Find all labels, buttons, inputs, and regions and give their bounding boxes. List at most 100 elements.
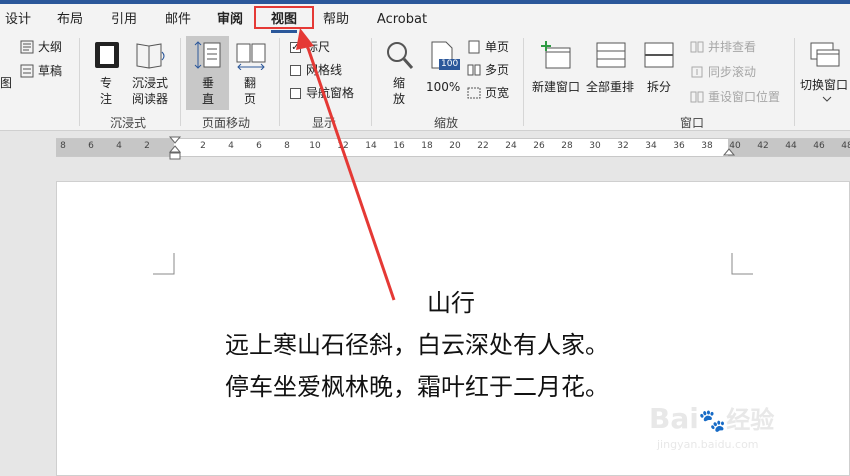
poem-line-1: 远上寒山石径斜，白云深处有人家。 bbox=[225, 331, 609, 359]
one-page-icon bbox=[468, 40, 480, 54]
ruler-number: 4 bbox=[228, 141, 234, 151]
group-label-page-move: 页面移动 bbox=[202, 116, 251, 130]
margin-corner-mark-right bbox=[731, 253, 753, 275]
flip-page-button[interactable]: 翻 页 bbox=[232, 40, 270, 112]
side-by-side-icon bbox=[690, 41, 704, 53]
ruler-number: 2 bbox=[200, 141, 206, 151]
ruler-number: 2 bbox=[144, 141, 150, 151]
ruler-number: 22 bbox=[477, 141, 489, 151]
zoom-100-label: 100% bbox=[426, 80, 461, 94]
ruler-number: 46 bbox=[813, 141, 825, 151]
gridlines-label: 网格线 bbox=[306, 63, 343, 77]
poem-title: 山行 bbox=[427, 289, 475, 317]
annotation-highlight-box bbox=[254, 6, 314, 29]
split-icon bbox=[644, 42, 674, 68]
tab-layout[interactable]: 布局 bbox=[52, 8, 88, 32]
ruler-number: 6 bbox=[88, 141, 94, 151]
ruler-checkbox[interactable]: ✓ bbox=[290, 42, 301, 53]
ruler-number: 10 bbox=[309, 141, 321, 151]
right-indent-marker-icon[interactable] bbox=[723, 139, 735, 157]
tab-acrobat[interactable]: Acrobat bbox=[372, 8, 432, 32]
tab-design[interactable]: 设计 bbox=[0, 8, 36, 32]
side-by-side-button[interactable]: 并排查看 bbox=[690, 40, 770, 56]
arrange-all-icon bbox=[596, 42, 626, 68]
zoom-100-badge: 100 bbox=[439, 59, 461, 70]
immersive-reader-label-2: 阅读器 bbox=[132, 92, 169, 106]
draft-button[interactable]: 草稿 bbox=[20, 64, 70, 80]
separator bbox=[180, 38, 181, 126]
reset-position-icon bbox=[690, 91, 704, 103]
vertical-scroll-icon bbox=[194, 41, 221, 69]
tab-references[interactable]: 引用 bbox=[106, 8, 142, 32]
ruler-number: 4 bbox=[116, 141, 122, 151]
ribbon-view: 视图 大纲 草稿 专 注 沉浸式 阅读器 沉浸式 垂 直 翻 页 页面移动 ✓ … bbox=[0, 34, 850, 131]
views-partial-label[interactable]: 视图 bbox=[0, 76, 12, 90]
ruler-checkbox-row[interactable]: ✓ 标尺 bbox=[290, 40, 360, 56]
outline-button[interactable]: 大纲 bbox=[20, 40, 70, 56]
separator bbox=[279, 38, 280, 126]
one-page-button[interactable]: 单页 bbox=[467, 40, 515, 56]
immersive-reader-button[interactable]: 沉浸式 阅读器 bbox=[130, 40, 172, 112]
separator bbox=[371, 38, 372, 126]
ruler-number: 14 bbox=[365, 141, 377, 151]
group-label-immersive: 沉浸式 bbox=[110, 116, 147, 130]
group-label-window: 窗口 bbox=[680, 116, 705, 130]
focus-button[interactable]: 专 注 bbox=[90, 40, 124, 112]
outline-icon bbox=[20, 40, 34, 54]
ruler-number: 18 bbox=[421, 141, 433, 151]
separator bbox=[523, 38, 524, 126]
vertical-label-1: 垂 bbox=[202, 76, 215, 90]
group-label-zoom: 缩放 bbox=[434, 116, 459, 130]
multi-page-icon bbox=[467, 64, 481, 76]
draft-label: 草稿 bbox=[38, 64, 63, 78]
indent-marker-icon[interactable] bbox=[168, 136, 182, 176]
separator bbox=[794, 38, 795, 126]
ruler-number: 44 bbox=[785, 141, 797, 151]
vertical-button[interactable]: 垂 直 bbox=[188, 40, 228, 112]
margin-corner-mark-left bbox=[153, 253, 175, 275]
nav-pane-checkbox-row[interactable]: 导航窗格 bbox=[290, 86, 366, 102]
ruler-number: 20 bbox=[449, 141, 461, 151]
focus-icon bbox=[95, 42, 119, 68]
split-button[interactable]: 拆分 bbox=[642, 40, 676, 100]
ruler-number: 38 bbox=[701, 141, 713, 151]
nav-pane-checkbox[interactable] bbox=[290, 88, 301, 99]
sync-scroll-label: 同步滚动 bbox=[708, 65, 757, 79]
side-by-side-label: 并排查看 bbox=[708, 40, 757, 54]
flip-page-icon bbox=[236, 43, 266, 70]
nav-pane-label: 导航窗格 bbox=[306, 86, 355, 100]
new-window-button[interactable]: 新建窗口 bbox=[532, 40, 582, 100]
sync-scroll-button[interactable]: 同步滚动 bbox=[690, 65, 770, 81]
split-label: 拆分 bbox=[647, 80, 672, 94]
immersive-reader-icon bbox=[136, 43, 165, 69]
tab-mailings[interactable]: 邮件 bbox=[158, 8, 198, 32]
tab-review[interactable]: 审阅 bbox=[210, 8, 250, 32]
page-width-button[interactable]: 页宽 bbox=[467, 86, 515, 102]
poem-line-2: 停车坐爱枫林晚，霜叶红于二月花。 bbox=[225, 373, 609, 401]
arrange-all-button[interactable]: 全部重排 bbox=[586, 40, 636, 100]
ruler-number: 26 bbox=[533, 141, 545, 151]
ruler-number: 12 bbox=[337, 141, 349, 151]
gridlines-checkbox-row[interactable]: 网格线 bbox=[290, 63, 360, 79]
ruler-number: 42 bbox=[757, 141, 769, 151]
switch-window-button[interactable]: 切换窗口 bbox=[800, 40, 850, 112]
zoom-100-button[interactable]: 100 100% bbox=[424, 40, 462, 100]
document-page[interactable]: 山行 远上寒山石径斜，白云深处有人家。 停车坐爱枫林晚，霜叶红于二月花。 Bai… bbox=[56, 181, 850, 476]
zoom-button[interactable]: 缩 放 bbox=[382, 40, 416, 112]
watermark-brand-text: Bai bbox=[649, 402, 699, 435]
horizontal-ruler[interactable]: 8 6 4 2 2 4 6 8 10 12 14 16 18 20 22 24 26 28 30 32 34 36 38 40… bbox=[56, 136, 850, 160]
focus-label-2: 注 bbox=[100, 92, 113, 106]
ruler-number: 28 bbox=[561, 141, 573, 151]
reset-position-button[interactable]: 重设窗口位置 bbox=[690, 90, 790, 106]
watermark-paw-icon: 🐾 bbox=[698, 409, 727, 434]
ruler-label: 标尺 bbox=[306, 40, 331, 54]
gridlines-checkbox[interactable] bbox=[290, 65, 301, 76]
ruler-number: 30 bbox=[589, 141, 601, 151]
focus-label-1: 专 bbox=[100, 76, 113, 90]
multi-page-button[interactable]: 多页 bbox=[467, 63, 515, 79]
vertical-label-2: 直 bbox=[202, 92, 215, 106]
tab-help[interactable]: 帮助 bbox=[318, 8, 354, 32]
watermark-brand-text-2: 经验 bbox=[726, 406, 775, 434]
arrange-all-label: 全部重排 bbox=[586, 80, 635, 94]
multi-page-label: 多页 bbox=[485, 63, 510, 77]
